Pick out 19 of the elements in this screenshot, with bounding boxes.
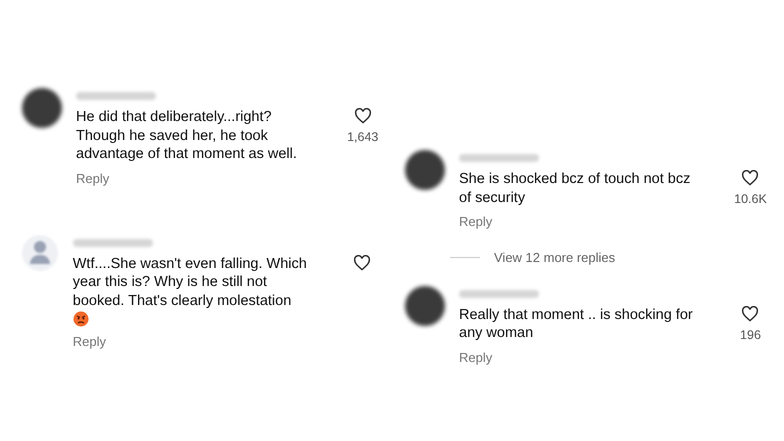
- avatar-photo-placeholder[interactable]: [405, 150, 445, 190]
- reply-link[interactable]: Reply: [459, 350, 492, 364]
- avatar-photo-placeholder[interactable]: [22, 88, 62, 128]
- heart-icon[interactable]: [741, 306, 760, 322]
- heart-icon[interactable]: [353, 254, 372, 270]
- reply-link[interactable]: Reply: [459, 214, 492, 229]
- like-count: 1,643: [347, 129, 378, 146]
- comment-text: Wtf....She wasn't even falling. Which year this is? Why is he still not booked. That's clearly molestation: [72, 254, 308, 310]
- comment-text: Really that moment .. is shocking for any woman: [459, 306, 694, 342]
- reply-link[interactable]: Reply: [72, 334, 106, 349]
- view-more-replies-link[interactable]: View 12 more replies: [494, 248, 616, 268]
- reply-link[interactable]: Reply: [76, 170, 110, 186]
- like-count: 196: [740, 326, 761, 344]
- comment-text: He did that deliberately...right? Though he saved her, he took advantage of that moment as well.: [76, 108, 298, 164]
- avatar-photo-placeholder[interactable]: [405, 286, 445, 326]
- like-count: 10.6K: [734, 191, 767, 208]
- comment-text: She is shocked bcz of touch not bcz of security: [459, 170, 692, 207]
- heart-icon[interactable]: [354, 108, 372, 124]
- heart-icon[interactable]: [741, 170, 760, 186]
